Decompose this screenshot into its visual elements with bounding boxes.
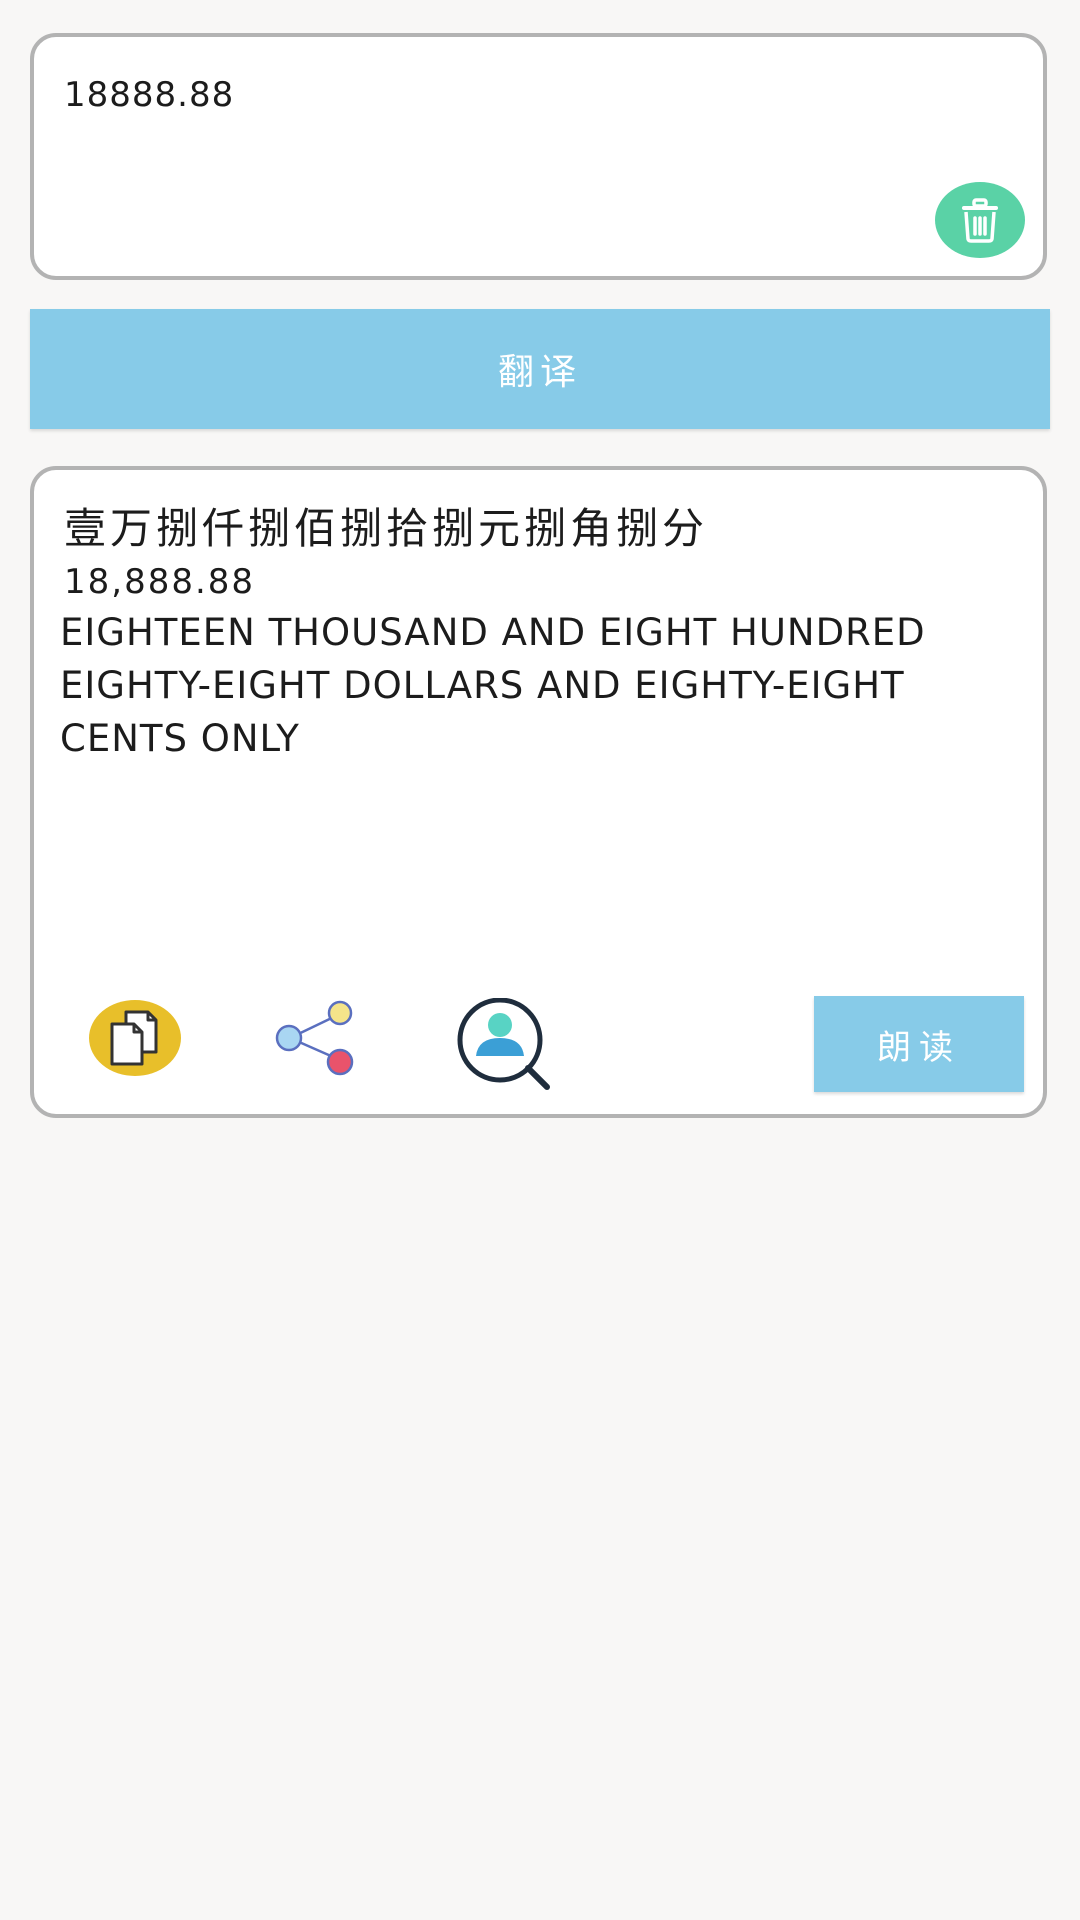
chinese-uppercase-amount: 壹万捌仟捌佰捌拾捌元捌角捌分 xyxy=(64,504,709,553)
copy-button[interactable] xyxy=(88,998,182,1078)
trash-icon xyxy=(962,198,998,243)
english-amount-words: EIGHTEEN THOUSAND AND EIGHT HUNDRED EIGH… xyxy=(60,611,926,760)
search-user-button[interactable] xyxy=(456,998,552,1092)
read-aloud-button[interactable]: 朗读 xyxy=(814,996,1024,1092)
result-text[interactable]: 壹万捌仟捌佰捌拾捌元捌角捌分 18,888.88 EIGHTEEN THOUSA… xyxy=(60,500,1000,765)
formatted-number: 18,888.88 xyxy=(64,562,256,602)
search-user-icon xyxy=(457,998,550,1090)
share-icon xyxy=(275,1000,354,1076)
copy-icon xyxy=(89,1000,181,1076)
clear-button[interactable] xyxy=(935,182,1025,258)
translate-button[interactable]: 翻译 xyxy=(30,309,1050,429)
share-button[interactable] xyxy=(274,1000,360,1076)
input-card[interactable]: 18888.88 xyxy=(30,33,1047,280)
amount-input[interactable]: 18888.88 xyxy=(64,75,234,115)
result-card: 壹万捌仟捌佰捌拾捌元捌角捌分 18,888.88 EIGHTEEN THOUSA… xyxy=(30,466,1047,1118)
